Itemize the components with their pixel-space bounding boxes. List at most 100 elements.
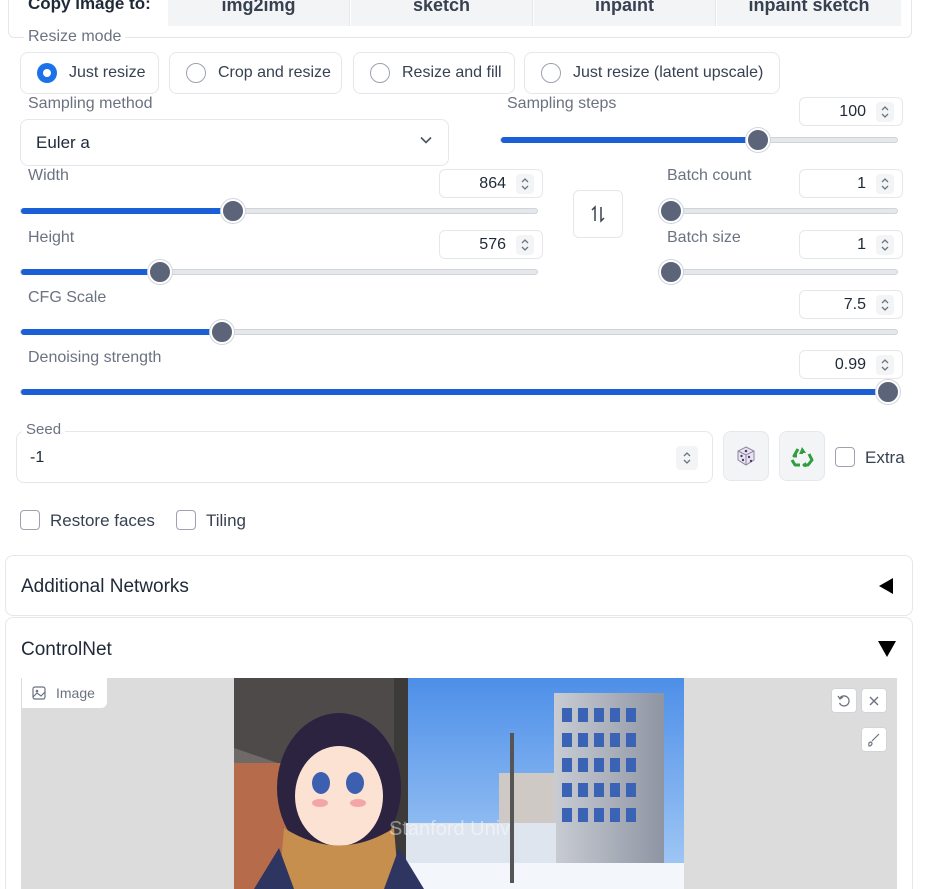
slider-thumb[interactable] [659,199,683,223]
sampling-method-label: Sampling method [28,95,153,112]
image-watermark: Stanford Univ [389,818,510,840]
additional-networks-accordion[interactable]: Additional Networks [5,555,913,616]
batch-size-label: Batch size [667,229,741,246]
height-input[interactable]: 576 [439,230,543,259]
seed-spinner-icon[interactable] [676,446,698,470]
cfg-scale-input[interactable]: 7.5 [799,290,903,319]
restore-faces-label: Restore faces [50,511,155,530]
uploaded-image: Stanford Univ [234,678,684,889]
slider-thumb[interactable] [876,380,901,404]
radio-label: Just resize [69,64,146,81]
radio-resize-and-fill[interactable]: Resize and fill [353,52,515,94]
brush-button[interactable] [861,727,887,752]
height-value: 576 [479,235,506,253]
slider-thumb[interactable] [659,260,683,284]
cfg-scale-label: CFG Scale [28,289,107,306]
spinner-icon[interactable] [516,174,534,194]
image-panel-label: Image [22,678,107,708]
height-label: Height [28,229,75,246]
spinner-icon[interactable] [876,102,894,122]
height-slider[interactable] [20,260,538,284]
controlnet-title[interactable]: ControlNet [21,639,112,661]
batch-size-value: 1 [857,235,866,253]
recycle-icon [790,447,814,467]
slider-thumb[interactable] [148,260,173,284]
spinner-icon[interactable] [876,235,894,255]
denoising-strength-value: 0.99 [834,355,866,373]
resize-mode-label: Resize mode [24,28,126,46]
random-seed-button[interactable] [723,431,769,481]
undo-button[interactable] [831,688,857,713]
close-icon [869,696,879,705]
sampling-method-value: Euler a [36,132,90,152]
extra-label: Extra [865,448,905,467]
sampling-steps-value: 100 [839,102,866,120]
radio-selected-icon [37,63,57,83]
seed-input[interactable] [16,431,713,483]
radio-unselected-icon [541,63,561,83]
width-label: Width [28,167,69,184]
undo-icon [837,694,850,707]
batch-count-value: 1 [857,174,866,192]
swap-icon [591,205,605,223]
radio-crop-and-resize[interactable]: Crop and resize [169,52,342,94]
width-slider[interactable] [20,199,538,223]
tiling-label: Tiling [206,511,246,530]
batch-size-slider[interactable] [659,260,898,284]
swap-dimensions-button[interactable] [573,190,623,238]
width-value: 864 [479,174,506,192]
extra-checkbox[interactable] [835,447,855,467]
radio-label: Crop and resize [218,64,331,81]
copy-to-sketch-button[interactable]: sketch [351,0,533,26]
denoising-strength-label: Denoising strength [28,349,162,366]
copy-to-inpaint-sketch-button[interactable]: inpaint sketch [717,0,901,26]
triangle-down-icon[interactable] [877,640,897,658]
brush-icon [868,733,880,747]
clear-image-button[interactable] [861,688,887,713]
slider-thumb[interactable] [220,199,245,223]
image-label-text: Image [56,685,95,701]
seed-label: Seed [22,421,66,438]
denoising-strength-slider[interactable] [20,380,901,404]
slider-fill [501,137,759,143]
sampling-steps-slider[interactable] [500,128,898,152]
copy-to-img2img-button[interactable]: img2img [168,0,350,26]
sampling-steps-label: Sampling steps [507,95,617,112]
slider-fill [21,208,233,214]
reuse-seed-button[interactable] [779,431,825,481]
batch-count-label: Batch count [667,167,752,184]
radio-label: Just resize (latent upscale) [573,64,764,81]
sampling-steps-input[interactable]: 100 [799,97,903,126]
spinner-icon[interactable] [876,355,894,375]
width-input[interactable]: 864 [439,169,543,198]
copy-to-inpaint-button[interactable]: inpaint [534,0,716,26]
image-icon [32,686,46,700]
denoising-strength-input[interactable]: 0.99 [799,350,903,379]
radio-label: Resize and fill [402,64,502,81]
cfg-scale-value: 7.5 [843,295,866,313]
spinner-icon[interactable] [876,295,894,315]
tiling-checkbox[interactable] [176,510,196,530]
slider-thumb[interactable] [210,320,235,344]
dice-icon [737,446,755,466]
sampling-method-dropdown[interactable]: Euler a [20,119,449,166]
spinner-icon[interactable] [876,174,894,194]
chevron-down-icon [420,136,432,144]
radio-just-resize-latent-upscale[interactable]: Just resize (latent upscale) [524,52,780,94]
batch-count-input[interactable]: 1 [799,169,903,198]
batch-size-input[interactable]: 1 [799,230,903,259]
radio-just-resize[interactable]: Just resize [20,52,159,94]
seed-value: -1 [30,449,45,466]
controlnet-image-dropzone[interactable]: Stanford Univ [21,678,897,889]
slider-thumb[interactable] [746,128,771,152]
triangle-left-icon[interactable] [877,577,895,595]
slider-fill [21,269,161,275]
batch-count-slider[interactable] [659,199,898,223]
radio-unselected-icon [186,63,206,83]
copy-image-label: Copy image to: [28,0,151,13]
radio-unselected-icon [370,63,390,83]
cfg-scale-slider[interactable] [20,320,898,344]
restore-faces-checkbox[interactable] [20,510,40,530]
additional-networks-title: Additional Networks [21,576,189,597]
spinner-icon[interactable] [516,235,534,255]
